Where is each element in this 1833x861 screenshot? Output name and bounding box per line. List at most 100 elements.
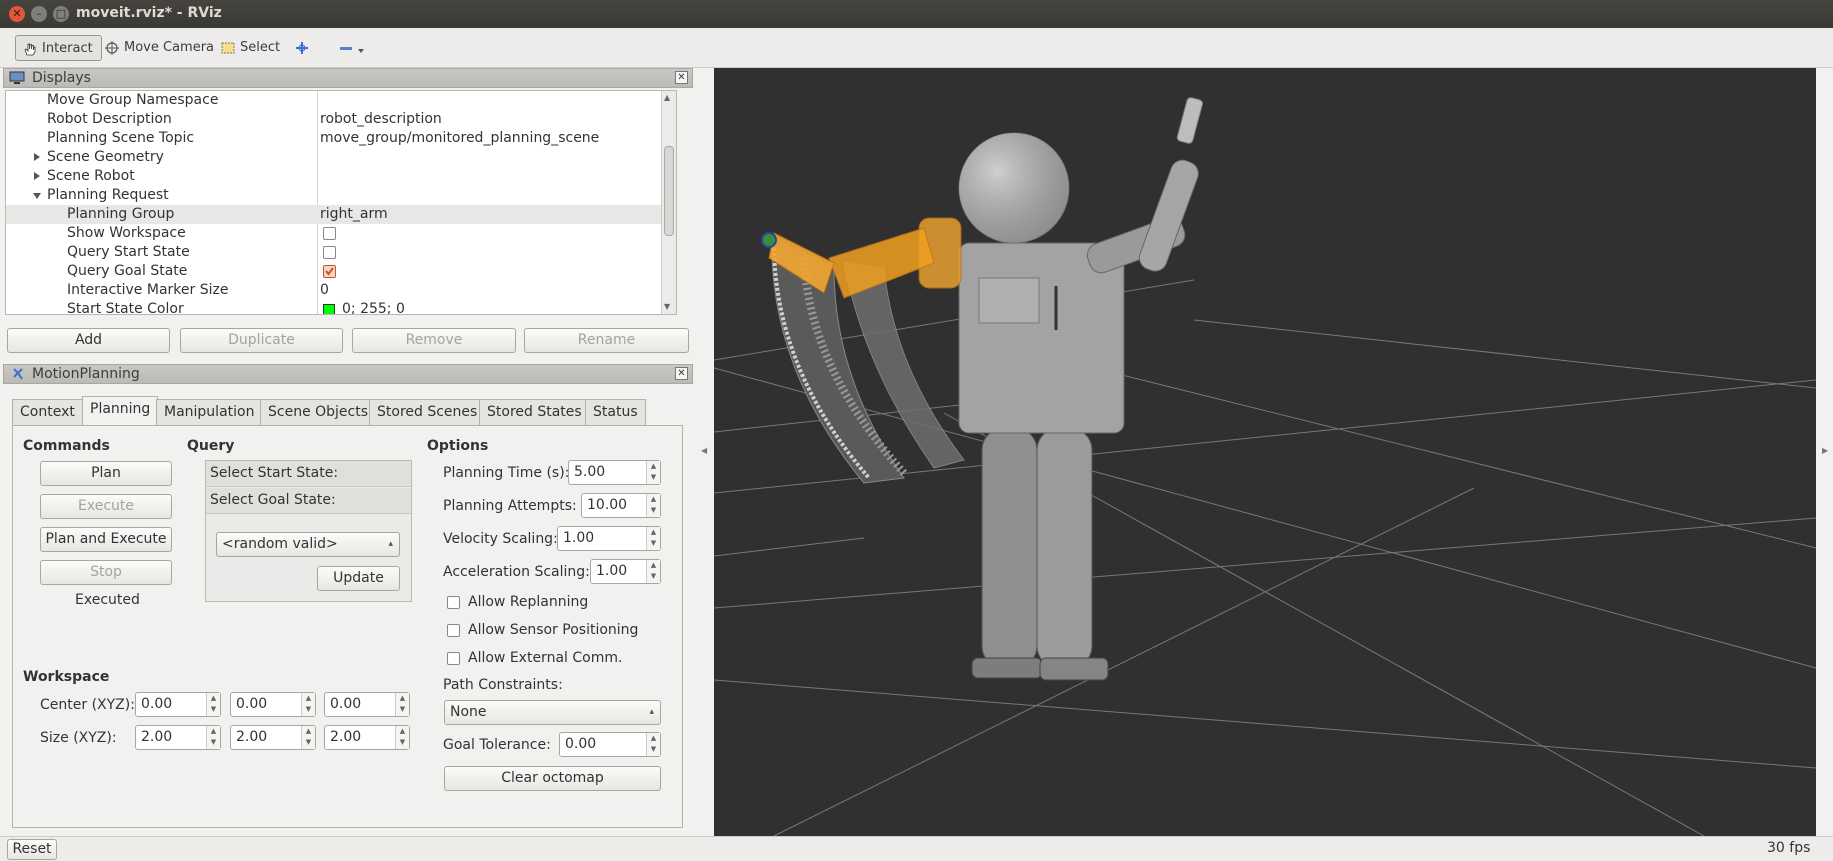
combo-arrow-icon: ▴ [649, 707, 654, 717]
execution-status: Executed [75, 592, 140, 608]
splitter-right-arrow-icon[interactable]: ▶ [1822, 446, 1828, 455]
tab-context[interactable]: Context [12, 399, 83, 425]
spin-arrows-icon[interactable]: ▲ ▼ [646, 461, 660, 484]
allow-replanning-label: Allow Replanning [468, 594, 589, 610]
goal-state-select[interactable]: <random valid> ▴ [216, 532, 400, 557]
size-z-spinbox[interactable]: 2.00 ▲ ▼ [324, 725, 410, 750]
tab-stored-states[interactable]: Stored States [479, 399, 590, 425]
remove-tool-dropdown-icon[interactable] [338, 42, 368, 56]
spin-arrows-icon[interactable]: ▲ ▼ [395, 693, 409, 716]
size-x-spinbox[interactable]: 2.00 ▲ ▼ [135, 725, 221, 750]
options-heading: Options [427, 438, 489, 454]
displays-tree[interactable]: Move Group Namespace Robot Description ro… [5, 90, 677, 315]
query-start-state-checkbox[interactable] [323, 246, 336, 259]
query-box: Select Start State: Select Goal State: <… [205, 460, 412, 602]
tree-row[interactable]: Scene Geometry [6, 148, 676, 167]
spin-arrows-icon[interactable]: ▲ ▼ [646, 527, 660, 550]
center-y-spinbox[interactable]: 0.00 ▲ ▼ [230, 692, 316, 717]
goal-tolerance-spinbox[interactable]: 0.00 ▲ ▼ [559, 732, 661, 757]
acceleration-scaling-label: Acceleration Scaling: [443, 564, 590, 580]
allow-external-comm-checkbox[interactable] [447, 652, 460, 665]
planning-time-spinbox[interactable]: 5.00 ▲ ▼ [568, 460, 661, 485]
status-bar: Reset 30 fps [0, 836, 1833, 861]
add-display-button[interactable]: Add [7, 328, 170, 353]
interact-tool-button[interactable]: Interact [15, 35, 102, 61]
center-z-spinbox[interactable]: 0.00 ▲ ▼ [324, 692, 410, 717]
displays-panel-header: Displays ✕ [3, 68, 693, 88]
planning-attempts-spinbox[interactable]: 10.00 ▲ ▼ [581, 493, 661, 518]
show-workspace-checkbox[interactable] [323, 227, 336, 240]
motion-planning-title: MotionPlanning [32, 366, 140, 382]
splitter-left-arrow-icon[interactable]: ◀ [701, 446, 707, 455]
stop-button[interactable]: Stop [40, 560, 172, 585]
tree-row[interactable]: Query Goal State [6, 262, 676, 281]
tree-row[interactable]: Robot Description robot_description [6, 110, 676, 129]
allow-replanning-checkbox[interactable] [447, 596, 460, 609]
spin-arrows-icon[interactable]: ▲ ▼ [646, 494, 660, 517]
3d-viewport[interactable] [714, 68, 1816, 836]
center-x-spinbox[interactable]: 0.00 ▲ ▼ [135, 692, 221, 717]
planning-attempts-label: Planning Attempts: [443, 498, 577, 514]
tree-row[interactable]: Interactive Marker Size 0 [6, 281, 676, 300]
plan-and-execute-button[interactable]: Plan and Execute [40, 527, 172, 552]
allow-sensor-positioning-label: Allow Sensor Positioning [468, 622, 639, 638]
rename-display-button[interactable]: Rename [524, 328, 689, 353]
checkmark-icon [325, 267, 334, 276]
reset-button[interactable]: Reset [7, 839, 57, 860]
title-bar: ✕ – □ moveit.rviz* - RViz [0, 0, 1833, 28]
move-camera-tool-button[interactable]: Move Camera [98, 35, 222, 61]
tree-row[interactable]: Start State Color 0; 255; 0 [6, 300, 676, 314]
tree-row[interactable]: Query Start State [6, 243, 676, 262]
select-tool-button[interactable]: Select [214, 35, 288, 61]
velocity-scaling-label: Velocity Scaling: [443, 531, 558, 547]
expand-arrow-icon[interactable] [34, 153, 40, 161]
spin-arrows-icon[interactable]: ▲ ▼ [301, 726, 315, 749]
close-panel-icon[interactable]: ✕ [675, 71, 688, 84]
scroll-down-icon[interactable]: ▼ [664, 302, 670, 311]
clear-octomap-button[interactable]: Clear octomap [444, 766, 661, 791]
collapse-arrow-icon[interactable] [33, 193, 41, 199]
remove-display-button[interactable]: Remove [352, 328, 516, 353]
spin-arrows-icon[interactable]: ▲ ▼ [646, 733, 660, 756]
spin-arrows-icon[interactable]: ▲ ▼ [395, 726, 409, 749]
execute-button[interactable]: Execute [40, 494, 172, 519]
motion-planning-panel-header: MotionPlanning ✕ [3, 364, 693, 384]
duplicate-display-button[interactable]: Duplicate [180, 328, 343, 353]
move-camera-label: Move Camera [124, 40, 215, 55]
tree-row[interactable]: Show Workspace [6, 224, 676, 243]
acceleration-scaling-spinbox[interactable]: 1.00 ▲ ▼ [590, 559, 661, 584]
plan-button[interactable]: Plan [40, 461, 172, 486]
tab-stored-scenes[interactable]: Stored Scenes [369, 399, 486, 425]
spin-arrows-icon[interactable]: ▲ ▼ [301, 693, 315, 716]
close-panel-icon[interactable]: ✕ [675, 367, 688, 380]
tree-row[interactable]: Planning Request [6, 186, 676, 205]
size-y-spinbox[interactable]: 2.00 ▲ ▼ [230, 725, 316, 750]
tree-row-selected[interactable]: Planning Group right_arm [6, 205, 661, 224]
update-button[interactable]: Update [317, 566, 400, 591]
tab-scene-objects[interactable]: Scene Objects [260, 399, 377, 425]
tree-row[interactable]: Scene Robot [6, 167, 676, 186]
tab-status[interactable]: Status [585, 399, 646, 425]
spin-arrows-icon[interactable]: ▲ ▼ [646, 560, 660, 583]
tab-manipulation[interactable]: Manipulation [156, 399, 263, 425]
close-window-icon[interactable]: ✕ [9, 6, 25, 22]
add-tool-icon[interactable] [294, 40, 310, 56]
tree-row[interactable]: Move Group Namespace [6, 91, 676, 110]
minimize-window-icon[interactable]: – [31, 6, 47, 22]
query-goal-state-checkbox[interactable] [323, 265, 336, 278]
spin-arrows-icon[interactable]: ▲ ▼ [206, 726, 220, 749]
path-constraints-select[interactable]: None ▴ [444, 700, 661, 725]
scroll-up-icon[interactable]: ▲ [664, 93, 670, 102]
tab-planning[interactable]: Planning [82, 396, 159, 426]
select-goal-state-header[interactable]: Select Goal State: [206, 488, 411, 514]
spin-arrows-icon[interactable]: ▲ ▼ [206, 693, 220, 716]
scrollbar-thumb[interactable] [664, 146, 674, 236]
expand-arrow-icon[interactable] [34, 172, 40, 180]
displays-scrollbar[interactable]: ▲ ▼ [661, 91, 676, 314]
maximize-window-icon[interactable]: □ [53, 6, 69, 22]
velocity-scaling-spinbox[interactable]: 1.00 ▲ ▼ [557, 526, 661, 551]
allow-external-comm-label: Allow External Comm. [468, 650, 623, 666]
select-start-state-header[interactable]: Select Start State: [206, 461, 411, 487]
allow-sensor-positioning-checkbox[interactable] [447, 624, 460, 637]
tree-row[interactable]: Planning Scene Topic move_group/monitored… [6, 129, 676, 148]
